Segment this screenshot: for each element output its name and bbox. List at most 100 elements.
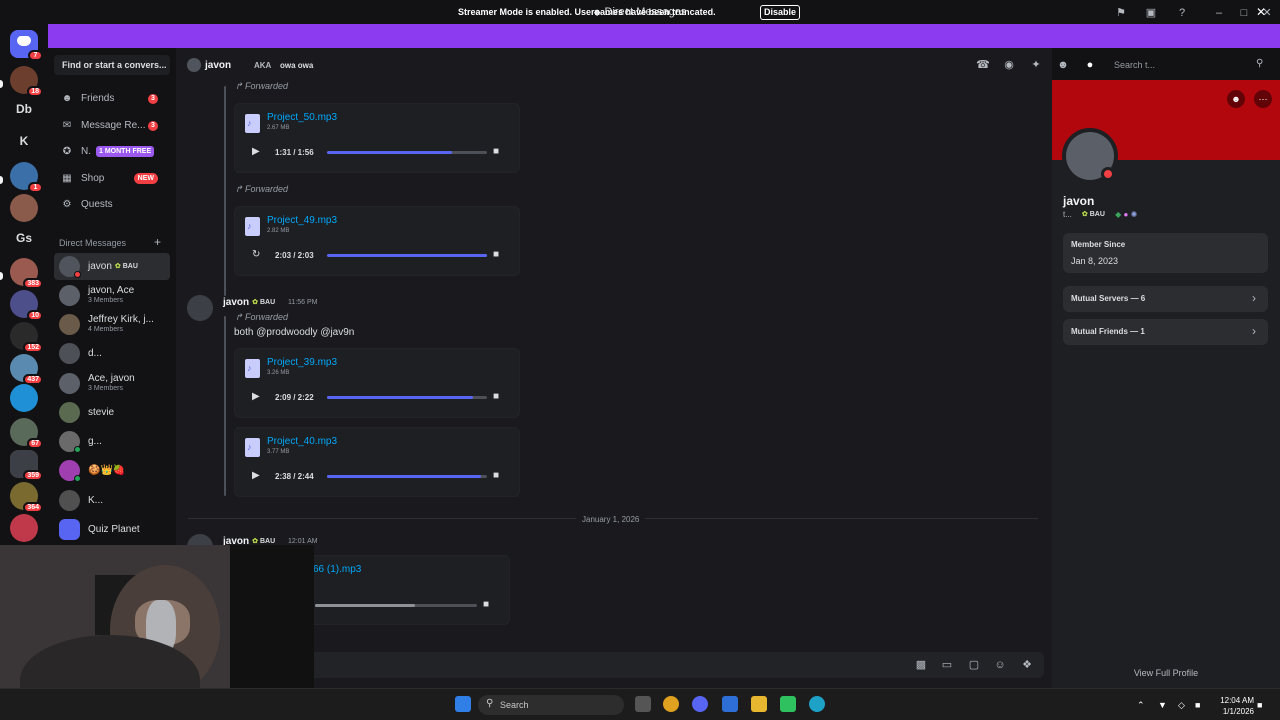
dm-item[interactable]: 🍪👑🍓 bbox=[54, 457, 170, 484]
server-badge: 67 bbox=[27, 438, 43, 449]
volume-icon[interactable]: ■ bbox=[493, 146, 499, 157]
screen-share-icon[interactable]: ▣ bbox=[1144, 6, 1158, 20]
dm-item[interactable]: d... bbox=[54, 340, 170, 367]
server-icon[interactable]: 437 bbox=[10, 354, 43, 385]
disable-streamer-mode-button[interactable]: Disable bbox=[760, 5, 800, 20]
dm-item[interactable]: javon ✿ BAU bbox=[54, 253, 170, 280]
server-icon[interactable] bbox=[10, 514, 38, 542]
app-icon[interactable] bbox=[780, 696, 796, 712]
file-size: 2.82 MB bbox=[267, 228, 290, 234]
chrome-icon[interactable] bbox=[663, 696, 679, 712]
server-icon[interactable]: K bbox=[10, 127, 38, 155]
play-icon[interactable]: ▶ bbox=[252, 470, 260, 481]
server-icon[interactable]: Db bbox=[10, 95, 38, 123]
sticker-icon[interactable]: ▢ bbox=[967, 658, 981, 672]
file-name-link[interactable]: Project_40.mp3 bbox=[267, 436, 337, 447]
server-icon[interactable]: 383 bbox=[10, 258, 43, 289]
dm-item[interactable]: javon, Ace 3 Members bbox=[54, 282, 170, 309]
emoji-icon[interactable]: ☺ bbox=[993, 658, 1007, 672]
audio-progress[interactable] bbox=[327, 254, 487, 257]
nav-message-requests[interactable]: ✉ Message Re... 3 bbox=[56, 115, 170, 137]
close-banner-icon[interactable]: ✕ bbox=[1254, 5, 1268, 19]
audio-progress[interactable] bbox=[327, 475, 487, 478]
play-icon[interactable]: ▶ bbox=[252, 146, 260, 157]
nav-quests[interactable]: ⚙ Quests bbox=[56, 194, 170, 216]
server-icon[interactable]: 18 bbox=[10, 66, 43, 97]
server-icon[interactable] bbox=[10, 384, 38, 412]
view-full-profile-link[interactable]: View Full Profile bbox=[1052, 668, 1280, 678]
volume-icon[interactable]: ■ bbox=[483, 599, 489, 610]
avatar[interactable] bbox=[187, 295, 213, 321]
audio-attachment: Project_40.mp3 3.77 MB ▶ 2:38 / 2:44 ■ bbox=[234, 427, 520, 497]
server-icon[interactable]: Gs bbox=[10, 224, 38, 252]
nav-nitro[interactable]: ✪ N. 1 MONTH FREE bbox=[56, 141, 170, 163]
dm-item[interactable]: K... bbox=[54, 487, 170, 514]
create-dm-icon[interactable]: + bbox=[154, 235, 161, 249]
search-input[interactable]: Search t... bbox=[1108, 56, 1270, 74]
task-view-icon[interactable] bbox=[635, 696, 651, 712]
volume-icon[interactable]: ■ bbox=[493, 249, 499, 260]
volume-icon[interactable]: ■ bbox=[493, 470, 499, 481]
server-icon[interactable]: 10 bbox=[10, 290, 43, 321]
gift-icon[interactable]: ▩ bbox=[914, 658, 928, 672]
more-options-icon[interactable]: ⋯ bbox=[1254, 90, 1272, 108]
file-name-link[interactable]: 66 (1).mp3 bbox=[313, 564, 361, 575]
add-friends-icon[interactable]: ☻ bbox=[1056, 58, 1070, 72]
outlook-icon[interactable] bbox=[722, 696, 738, 712]
microphone-icon[interactable]: ▼ bbox=[1158, 700, 1167, 710]
volume-icon[interactable]: ■ bbox=[493, 391, 499, 402]
dm-item[interactable]: Quiz Planet bbox=[54, 516, 170, 543]
server-icon[interactable]: 67 bbox=[10, 418, 43, 449]
discord-taskbar-icon[interactable] bbox=[692, 696, 708, 712]
find-conversation-button[interactable]: Find or start a convers... bbox=[54, 55, 170, 75]
discord-home-button[interactable]: 7 bbox=[10, 30, 43, 61]
dm-item[interactable]: Ace, javon 3 Members bbox=[54, 370, 170, 397]
taskbar-search[interactable]: Search bbox=[478, 695, 624, 715]
server-icon[interactable]: 364 bbox=[10, 482, 43, 513]
file-name-link[interactable]: Project_49.mp3 bbox=[267, 215, 337, 226]
gif-icon[interactable]: ▭ bbox=[940, 658, 954, 672]
dm-item[interactable]: g... bbox=[54, 428, 170, 455]
status-dnd-icon bbox=[74, 271, 81, 278]
replay-icon[interactable]: ↻ bbox=[252, 249, 260, 260]
forwarded-label: ↱ Forwarded bbox=[235, 184, 289, 194]
taskbar-date[interactable]: 1/1/2026 bbox=[1210, 707, 1254, 716]
play-icon[interactable]: ▶ bbox=[252, 391, 260, 402]
notification-icon[interactable]: ■ bbox=[1257, 700, 1262, 710]
apps-icon[interactable]: ❖ bbox=[1020, 658, 1034, 672]
audio-progress[interactable] bbox=[315, 604, 477, 607]
audio-progress[interactable] bbox=[327, 396, 487, 399]
inbox-flag-icon[interactable]: ⚑ bbox=[1114, 6, 1128, 20]
taskbar-time[interactable]: 12:04 AM bbox=[1210, 696, 1254, 705]
server-icon[interactable]: 1 bbox=[10, 162, 43, 193]
message-author[interactable]: javon ✿ BAU bbox=[223, 297, 275, 308]
server-icon[interactable]: 152 bbox=[10, 322, 43, 353]
dm-item[interactable]: stevie bbox=[54, 399, 170, 426]
nav-shop[interactable]: ▦ Shop NEW bbox=[56, 168, 170, 190]
minimize-icon[interactable]: – bbox=[1212, 6, 1226, 20]
aka-name: owa owa bbox=[280, 61, 314, 70]
help-icon[interactable]: ? bbox=[1175, 6, 1189, 20]
mutual-friends-row[interactable]: Mutual Friends — 1 › bbox=[1063, 319, 1268, 345]
edge-icon[interactable] bbox=[809, 696, 825, 712]
file-name-link[interactable]: Project_39.mp3 bbox=[267, 357, 337, 368]
wifi-icon[interactable]: ◇ bbox=[1178, 700, 1185, 711]
mutual-servers-row[interactable]: Mutual Servers — 6 › bbox=[1063, 286, 1268, 312]
voice-call-icon[interactable]: ☎ bbox=[976, 58, 990, 72]
windows-start-icon[interactable] bbox=[455, 696, 471, 712]
server-icon[interactable]: 359 bbox=[10, 450, 43, 481]
nav-friends[interactable]: ☻ Friends 3 bbox=[56, 88, 170, 110]
video-call-icon[interactable]: ◉ bbox=[1002, 58, 1016, 72]
status-online-icon bbox=[74, 475, 81, 482]
maximize-icon[interactable]: □ bbox=[1237, 6, 1251, 20]
pin-icon[interactable]: ✦ bbox=[1029, 58, 1043, 72]
audio-progress[interactable] bbox=[327, 151, 487, 154]
file-name-link[interactable]: Project_50.mp3 bbox=[267, 112, 337, 123]
file-explorer-icon[interactable] bbox=[751, 696, 767, 712]
chevron-up-icon[interactable]: ⌃ bbox=[1137, 700, 1145, 711]
server-icon[interactable] bbox=[10, 194, 38, 222]
user-profile-icon[interactable]: ● bbox=[1083, 58, 1097, 72]
add-friend-icon[interactable]: ☻ bbox=[1227, 90, 1245, 108]
dm-item[interactable]: Jeffrey Kirk, j... 4 Members bbox=[54, 311, 170, 338]
volume-tray-icon[interactable]: ■ bbox=[1195, 700, 1200, 710]
